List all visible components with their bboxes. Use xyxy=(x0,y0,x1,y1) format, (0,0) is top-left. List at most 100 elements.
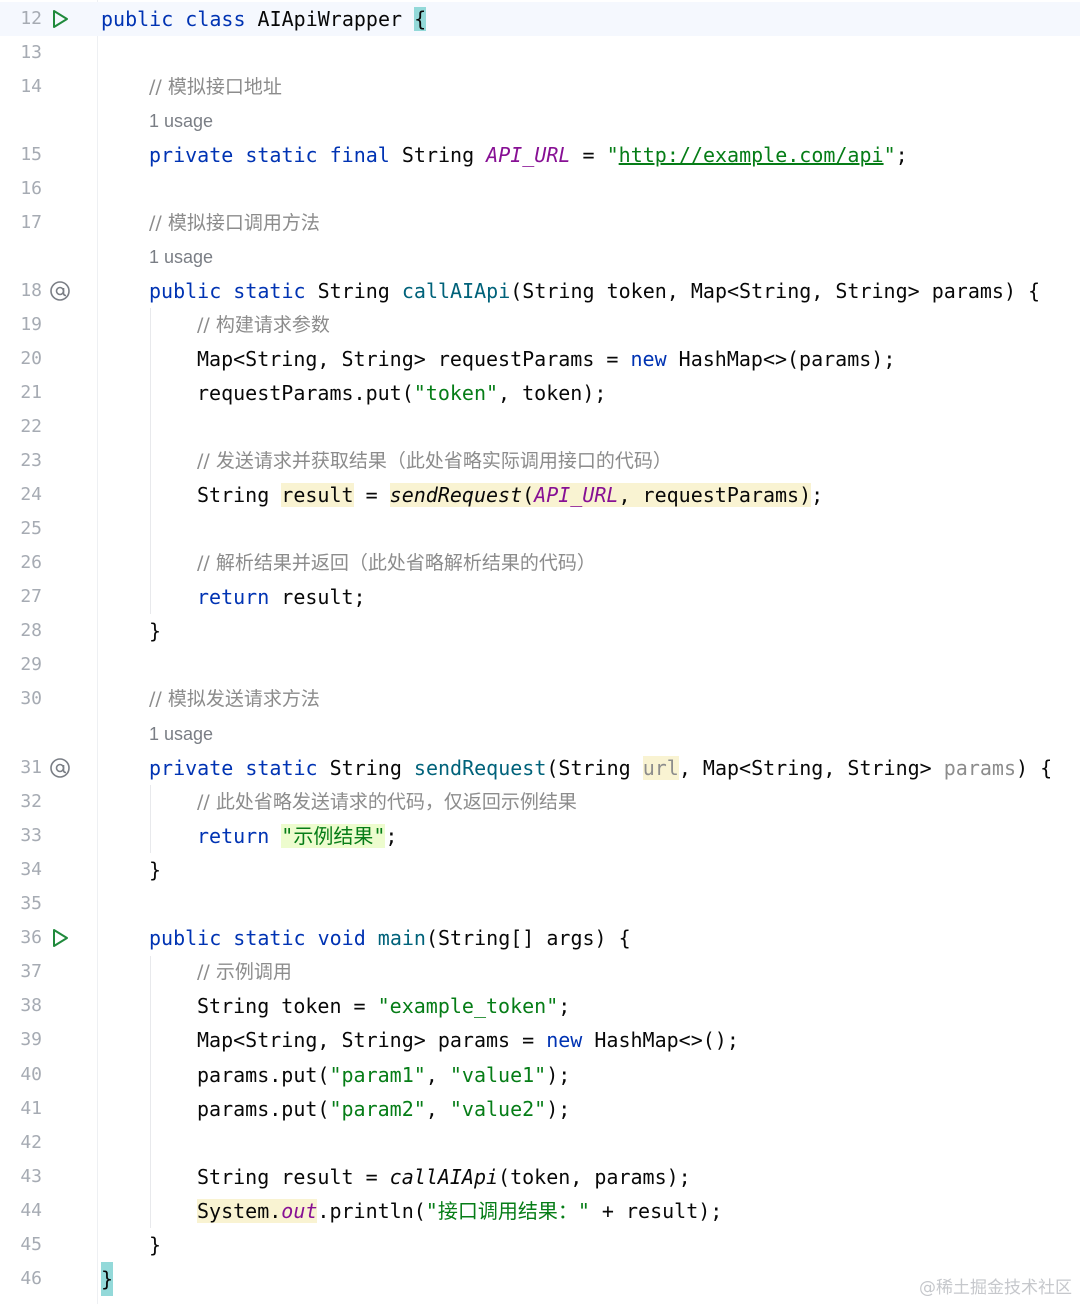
comment: // 此处省略发送请求的代码，仅返回示例结果 xyxy=(197,791,577,813)
line-number: 14 xyxy=(20,76,42,97)
code-line[interactable]: 45 } xyxy=(0,1228,1080,1262)
method-call: callAIApi xyxy=(389,1165,499,1189)
code-line[interactable]: 42 xyxy=(0,1126,1080,1160)
line-number: 20 xyxy=(20,348,42,369)
watermark: @稀土掘金技术社区 xyxy=(919,1278,1072,1298)
method-params: (String[] args) { xyxy=(425,926,631,950)
code-line[interactable]: 27 return result; xyxy=(0,580,1080,614)
code-line[interactable]: 41 params.put("param2", "value2"); xyxy=(0,1092,1080,1126)
code-line[interactable]: 38 String token = "example_token"; xyxy=(0,989,1080,1023)
line-number: 22 xyxy=(20,416,42,437)
constant: API_URL xyxy=(486,143,571,167)
line-number: 39 xyxy=(20,1029,42,1050)
line-number: 42 xyxy=(20,1132,42,1153)
unused-param: url xyxy=(642,756,679,780)
line-number: 44 xyxy=(20,1200,42,1221)
semicolon: ; xyxy=(895,143,908,167)
code-text: Map<String, String> requestParams = xyxy=(197,347,631,371)
code-line[interactable]: 43 String result = callAIApi(token, para… xyxy=(0,1160,1080,1194)
code-line[interactable]: 30 // 模拟发送请求方法 xyxy=(0,682,1080,716)
code-text: result; xyxy=(269,585,366,609)
closing-brace: } xyxy=(149,858,162,882)
constant: API_URL xyxy=(534,483,619,507)
code-line[interactable]: 26 // 解析结果并返回（此处省略解析结果的代码） xyxy=(0,546,1080,580)
code-text: params.put( xyxy=(197,1063,330,1087)
usage-hint[interactable]: 1 usage xyxy=(149,104,213,138)
run-triangle-icon[interactable] xyxy=(49,927,71,949)
line-number: 19 xyxy=(20,314,42,335)
code-text: , token); xyxy=(498,381,607,405)
code-text: String xyxy=(197,483,282,507)
keyword: public class xyxy=(101,7,246,31)
keyword: public static xyxy=(149,279,306,303)
method-call: sendRequest xyxy=(389,483,523,507)
code-text: , Map<String, String> xyxy=(678,756,944,780)
method-params: (String token, Map<String, String> param… xyxy=(510,279,1041,303)
code-line[interactable]: 31 private static String sendRequest(Str… xyxy=(0,751,1080,785)
code-line[interactable]: 25 xyxy=(0,512,1080,546)
code-line[interactable]: 21 requestParams.put("token", token); xyxy=(0,376,1080,410)
line-number: 26 xyxy=(20,552,42,573)
at-sign-icon[interactable] xyxy=(49,280,71,302)
code-line[interactable]: 40 params.put("param1", "value1"); xyxy=(0,1058,1080,1092)
unused-param: params xyxy=(943,756,1016,780)
code-line[interactable]: 36 public static void main(String[] args… xyxy=(0,921,1080,955)
string-literal: "param2" xyxy=(329,1097,426,1121)
code-line[interactable]: 13 xyxy=(0,36,1080,70)
code-line[interactable]: 14 // 模拟接口地址 xyxy=(0,70,1080,104)
code-line[interactable]: 15 private static final String API_URL =… xyxy=(0,138,1080,172)
type: String xyxy=(329,756,402,780)
line-number: 41 xyxy=(20,1098,42,1119)
line-number: 32 xyxy=(20,791,42,812)
line-number: 40 xyxy=(20,1064,42,1085)
code-text: HashMap<>(); xyxy=(582,1028,739,1052)
code-text: requestParams.put( xyxy=(197,381,414,405)
code-text: + result); xyxy=(589,1199,723,1223)
code-text: (token, params); xyxy=(498,1165,691,1189)
keyword: new xyxy=(546,1028,583,1052)
code-line[interactable]: 39 Map<String, String> params = new Hash… xyxy=(0,1023,1080,1057)
at-sign-icon[interactable] xyxy=(49,757,71,779)
code-line[interactable]: 18 public static String callAIApi(String… xyxy=(0,274,1080,308)
inlay-usage-row: 1 usage xyxy=(0,104,1080,138)
code-line[interactable]: 20 Map<String, String> requestParams = n… xyxy=(0,342,1080,376)
code-line[interactable]: 32 // 此处省略发送请求的代码，仅返回示例结果 xyxy=(0,785,1080,819)
usage-hint[interactable]: 1 usage xyxy=(149,717,213,751)
inlay-usage-row: 1 usage xyxy=(0,240,1080,274)
code-text: .println( xyxy=(317,1199,426,1223)
code-line[interactable]: 12 public class AIApiWrapper { xyxy=(0,2,1080,36)
line-number: 35 xyxy=(20,893,42,914)
line-number: 45 xyxy=(20,1234,42,1255)
code-line[interactable]: 23 // 发送请求并获取结果（此处省略实际调用接口的代码） xyxy=(0,444,1080,478)
run-triangle-icon[interactable] xyxy=(49,8,71,30)
code-line[interactable]: 17 // 模拟接口调用方法 xyxy=(0,206,1080,240)
class-name: AIApiWrapper xyxy=(257,7,403,31)
class-ref: System. xyxy=(197,1199,282,1223)
code-line[interactable]: 28 } xyxy=(0,614,1080,648)
semicolon: ; xyxy=(385,824,398,848)
comment: // 模拟接口调用方法 xyxy=(149,212,320,234)
code-line[interactable]: 46 } xyxy=(0,1262,1080,1296)
string-literal: "value1" xyxy=(449,1063,547,1087)
code-line[interactable]: 33 return "示例结果"; xyxy=(0,819,1080,853)
code-text: ); xyxy=(546,1063,571,1087)
comment: // 模拟发送请求方法 xyxy=(149,688,320,710)
comment: // 解析结果并返回（此处省略解析结果的代码） xyxy=(197,552,596,574)
code-line[interactable]: 44 System.out.println("接口调用结果：" + result… xyxy=(0,1194,1080,1228)
usage-hint[interactable]: 1 usage xyxy=(149,240,213,274)
closing-brace-match: } xyxy=(101,1262,114,1296)
static-field: out xyxy=(281,1199,318,1223)
code-text: , requestParams) xyxy=(618,483,812,507)
code-line[interactable]: 29 xyxy=(0,648,1080,682)
line-number: 34 xyxy=(20,859,42,880)
code-line[interactable]: 16 xyxy=(0,172,1080,206)
code-line[interactable]: 24 String result = sendRequest(API_URL, … xyxy=(0,478,1080,512)
string-literal: "example_token" xyxy=(377,994,559,1018)
url-link[interactable]: http://example.com/api xyxy=(619,143,884,167)
code-line[interactable]: 22 xyxy=(0,410,1080,444)
comment: // 示例调用 xyxy=(197,961,292,983)
code-line[interactable]: 19 // 构建请求参数 xyxy=(0,308,1080,342)
code-line[interactable]: 37 // 示例调用 xyxy=(0,955,1080,989)
code-line[interactable]: 34 } xyxy=(0,853,1080,887)
code-line[interactable]: 35 xyxy=(0,887,1080,921)
